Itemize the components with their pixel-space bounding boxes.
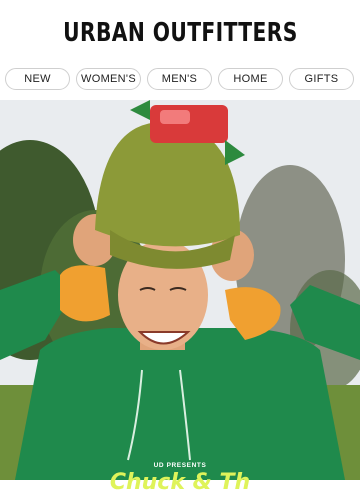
- nav-item-new[interactable]: NEW: [5, 68, 70, 90]
- nav-item-home[interactable]: HOME: [218, 68, 283, 90]
- nav-item-mens[interactable]: MEN'S: [147, 68, 212, 90]
- nav-item-gifts[interactable]: GIFTS: [289, 68, 354, 90]
- hero-banner[interactable]: [0, 100, 360, 480]
- nav-item-womens[interactable]: WOMEN'S: [76, 68, 141, 90]
- hero-title[interactable]: Chuck & Th: [0, 472, 360, 494]
- header: URBAN OUTFITTERS: [0, 0, 360, 62]
- brand-logo[interactable]: URBAN OUTFITTERS: [63, 18, 298, 48]
- hero-image: [0, 100, 360, 480]
- category-nav: NEW WOMEN'S MEN'S HOME GIFTS: [0, 68, 360, 94]
- hero-presents-label: UD PRESENTS: [153, 462, 207, 469]
